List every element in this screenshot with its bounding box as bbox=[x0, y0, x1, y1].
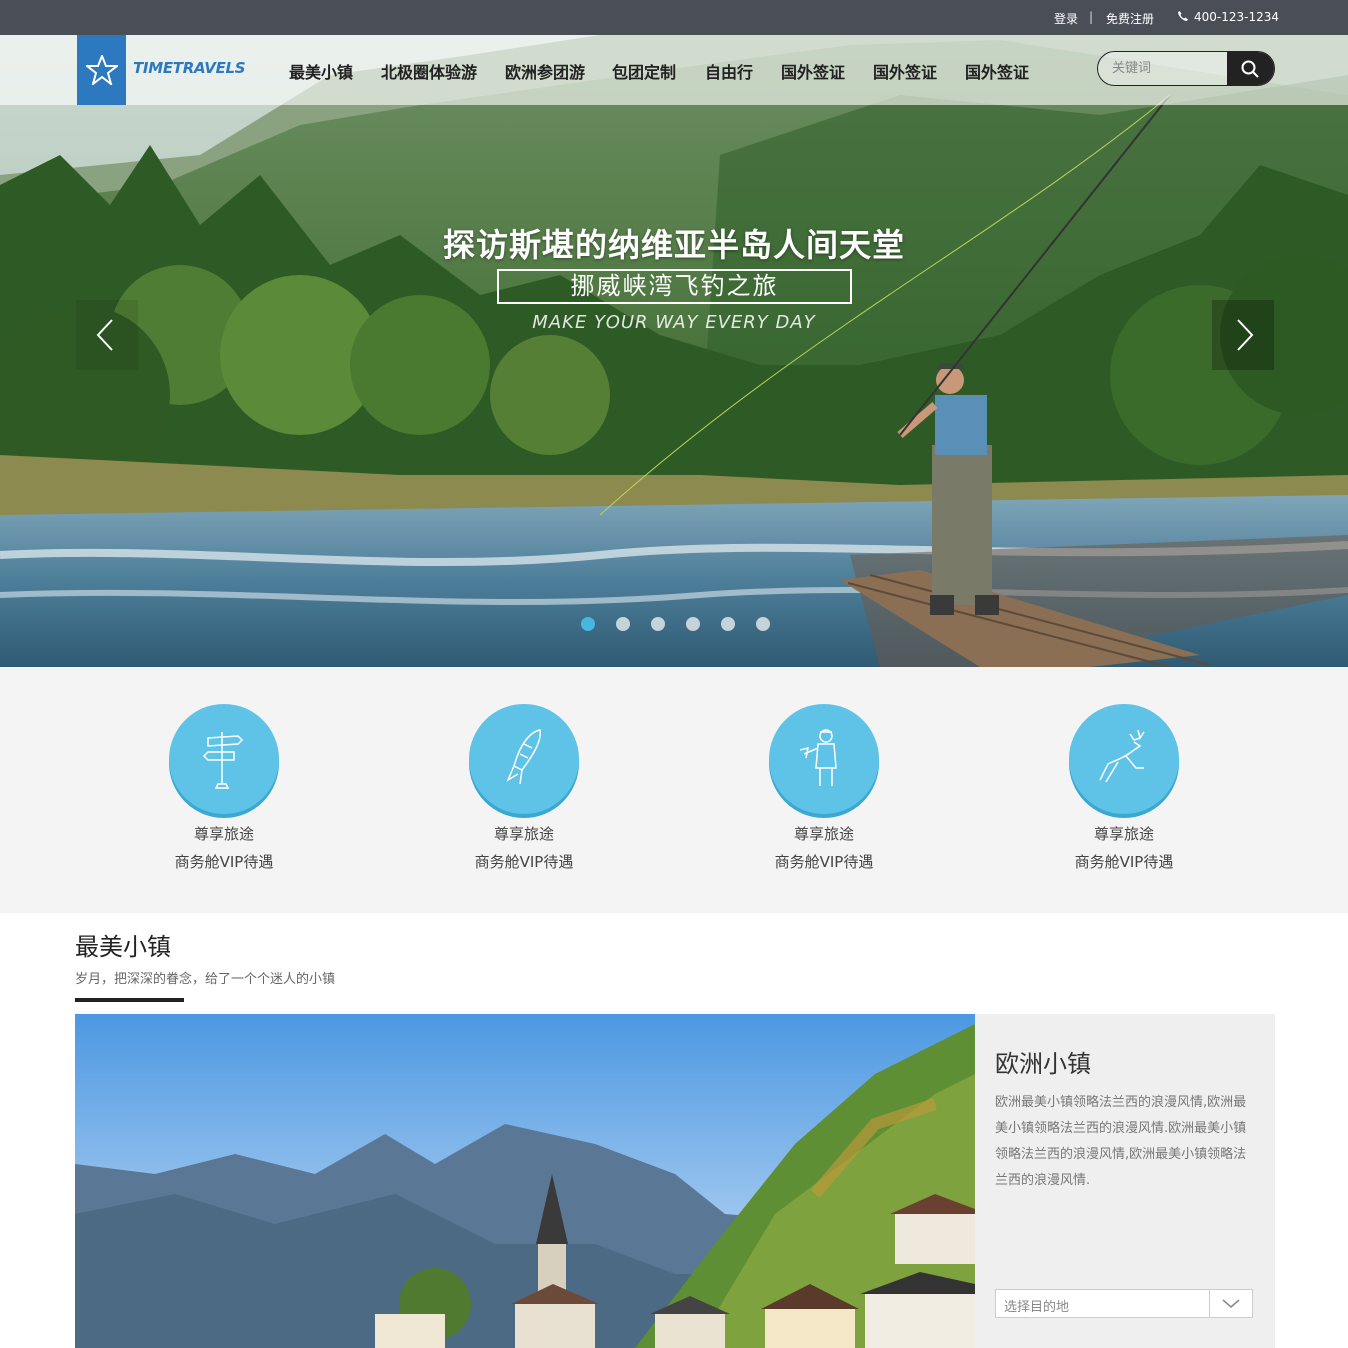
feature-desc: 商务舱VIP待遇 bbox=[774, 853, 874, 871]
search-input[interactable] bbox=[1098, 52, 1228, 85]
carousel-dot[interactable] bbox=[686, 617, 700, 631]
town-description: 欧洲最美小镇领略法兰西的浪漫风情,欧洲最美小镇领略法兰西的浪漫风情.欧洲最美小镇… bbox=[995, 1095, 1247, 1188]
chevron-right-icon bbox=[1237, 319, 1254, 351]
deer-icon bbox=[1099, 729, 1145, 783]
hero-subtitle: 挪威峡湾飞钓之旅 bbox=[570, 272, 779, 300]
carousel-prev-button[interactable] bbox=[76, 300, 138, 370]
town-landscape-image bbox=[75, 1014, 975, 1348]
nav-item-custom[interactable]: 包团定制 bbox=[612, 59, 676, 83]
search-icon bbox=[1241, 60, 1259, 78]
features-section: 尊享旅途 商务舱VIP待遇 尊享旅途 商务舱VIP待遇 尊享旅途 商务舱VIP待 bbox=[0, 667, 1348, 913]
logo[interactable] bbox=[77, 35, 126, 105]
topbar-separator: | bbox=[1089, 10, 1094, 24]
hero-subtitle-box: 挪威峡湾飞钓之旅 bbox=[497, 269, 852, 304]
feature-icon-circle bbox=[469, 704, 579, 814]
feature-title: 尊享旅途 bbox=[193, 825, 254, 843]
section-subtitle: 岁月，把深深的眷念，给了一个个迷人的小镇 bbox=[75, 972, 336, 987]
carousel-dots bbox=[0, 617, 1348, 633]
destination-select[interactable]: 选择目的地 bbox=[995, 1289, 1253, 1318]
login-link[interactable]: 登录 bbox=[1054, 10, 1078, 27]
main-navbar: TIMETRAVELS 最美小镇 北极圈体验游 欧洲参团游 包团定制 自由行 国… bbox=[0, 35, 1348, 105]
chevron-down-icon bbox=[1222, 1299, 1240, 1308]
chevron-left-icon bbox=[96, 319, 113, 351]
search-box bbox=[1097, 51, 1275, 86]
nav-item-arctic[interactable]: 北极圈体验游 bbox=[381, 59, 477, 83]
signpost-icon bbox=[202, 732, 244, 789]
search-button[interactable] bbox=[1227, 52, 1274, 85]
feature-icon-circle bbox=[769, 704, 879, 814]
phone-number: 400-123-1234 bbox=[1194, 10, 1280, 24]
star-logo-icon bbox=[86, 55, 118, 85]
nav-item-visa-3[interactable]: 国外签证 bbox=[965, 59, 1029, 83]
register-link[interactable]: 免费注册 bbox=[1106, 10, 1154, 27]
feature-card[interactable]: 尊享旅途 商务舱VIP待遇 bbox=[724, 704, 924, 872]
feature-icon-circle bbox=[1069, 704, 1179, 814]
carousel-dot[interactable] bbox=[616, 617, 630, 631]
feature-desc: 商务舱VIP待遇 bbox=[1074, 853, 1174, 871]
section-title: 最美小镇 bbox=[75, 933, 171, 961]
feature-desc: 商务舱VIP待遇 bbox=[174, 853, 274, 871]
hero-tagline: MAKE YOUR WAY EVERY DAY bbox=[532, 312, 816, 333]
town-info-panel: 欧洲小镇 欧洲最美小镇领略法兰西的浪漫风情,欧洲最美小镇领略法兰西的浪漫风情.欧… bbox=[975, 1014, 1275, 1348]
feature-title: 尊享旅途 bbox=[793, 825, 854, 843]
brand-name[interactable]: TIMETRAVELS bbox=[133, 59, 246, 77]
carousel-next-button[interactable] bbox=[1212, 300, 1274, 370]
nav-item-free-travel[interactable]: 自由行 bbox=[705, 59, 753, 83]
feature-title: 尊享旅途 bbox=[1093, 825, 1154, 843]
carousel-dot[interactable] bbox=[651, 617, 665, 631]
hero-image bbox=[0, 35, 1348, 667]
feature-card[interactable]: 尊享旅途 商务舱VIP待遇 bbox=[124, 704, 324, 872]
feature-icon-circle bbox=[169, 704, 279, 814]
carousel-dot[interactable] bbox=[721, 617, 735, 631]
carousel-dot[interactable] bbox=[581, 617, 595, 631]
top-bar: 登录 | 免费注册 400-123-1234 bbox=[0, 0, 1348, 35]
lumberjack-icon bbox=[799, 729, 837, 786]
hero-title: 探访斯堪的纳维亚半岛人间天堂 bbox=[442, 226, 905, 264]
phone-icon bbox=[1178, 11, 1188, 21]
town-image[interactable] bbox=[75, 1014, 975, 1348]
nav-item-visa-1[interactable]: 国外签证 bbox=[781, 59, 845, 83]
hero-carousel: TIMETRAVELS 最美小镇 北极圈体验游 欧洲参团游 包团定制 自由行 国… bbox=[0, 35, 1348, 667]
feature-desc: 商务舱VIP待遇 bbox=[474, 853, 574, 871]
nav-item-visa-2[interactable]: 国外签证 bbox=[873, 59, 937, 83]
nav-item-towns[interactable]: 最美小镇 bbox=[289, 59, 353, 83]
feature-card[interactable]: 尊享旅途 商务舱VIP待遇 bbox=[424, 704, 624, 872]
feature-title: 尊享旅途 bbox=[493, 825, 554, 843]
destination-select-value: 选择目的地 bbox=[1004, 1300, 1070, 1315]
carousel-dot[interactable] bbox=[756, 617, 770, 631]
section-underline bbox=[75, 998, 184, 1002]
feature-card[interactable]: 尊享旅途 商务舱VIP待遇 bbox=[1024, 704, 1224, 872]
rocket-icon bbox=[506, 729, 542, 785]
destination-select-toggle[interactable] bbox=[1209, 1290, 1252, 1317]
nav-item-europe-tour[interactable]: 欧洲参团游 bbox=[505, 59, 585, 83]
town-title: 欧洲小镇 bbox=[995, 1050, 1091, 1078]
